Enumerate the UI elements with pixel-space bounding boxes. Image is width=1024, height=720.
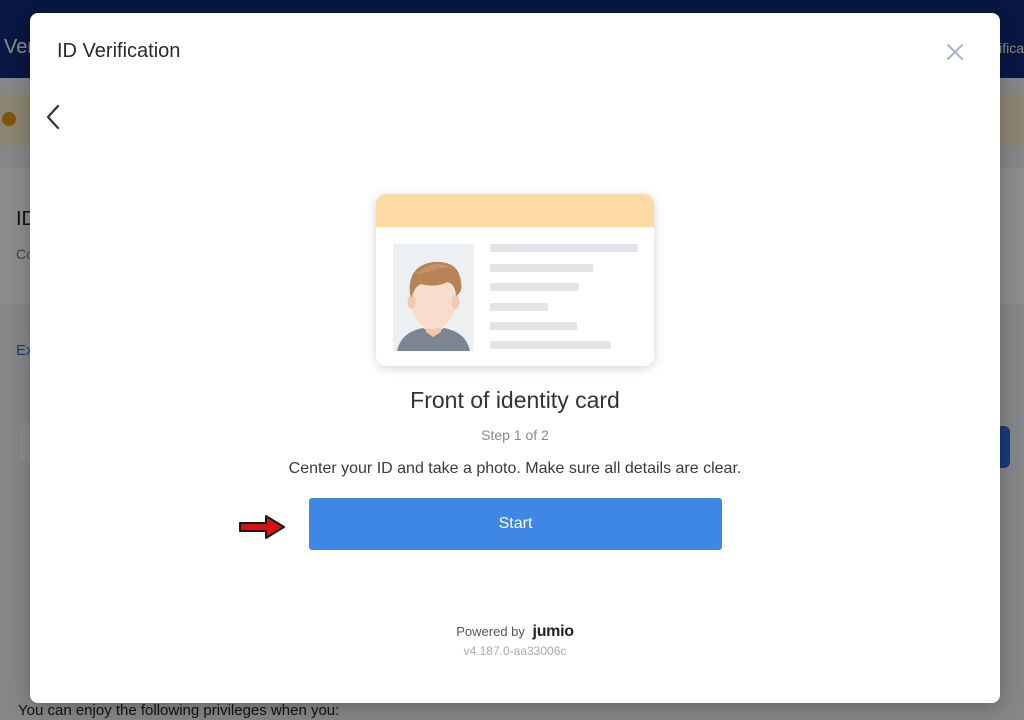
id-card-line xyxy=(490,283,579,291)
id-card-line xyxy=(490,244,638,252)
powered-by-label: Powered by xyxy=(456,624,525,639)
close-icon[interactable] xyxy=(943,40,967,64)
id-verification-modal: ID Verification Front of identity card S… xyxy=(30,13,1000,703)
version-text: v4.187.0-aa33006c xyxy=(463,644,567,658)
powered-by: Powered by jumio xyxy=(30,623,1000,641)
id-card-line xyxy=(490,322,577,330)
modal-title: ID Verification xyxy=(57,40,181,62)
id-card-line xyxy=(490,341,611,349)
red-arrow-icon xyxy=(239,515,285,539)
id-card-line xyxy=(490,264,593,272)
id-card-header-band xyxy=(376,194,654,227)
instruction-text: Center your ID and take a photo. Make su… xyxy=(288,460,742,477)
id-card-photo xyxy=(393,244,474,351)
chevron-left-icon[interactable] xyxy=(42,104,66,130)
jumio-logo: jumio xyxy=(532,623,574,640)
start-button[interactable]: Start xyxy=(309,498,722,550)
id-card-line xyxy=(490,303,548,311)
person-avatar-icon xyxy=(397,261,470,351)
document-heading: Front of identity card xyxy=(410,387,620,413)
id-card-illustration xyxy=(376,194,654,366)
step-indicator: Step 1 of 2 xyxy=(481,427,549,443)
